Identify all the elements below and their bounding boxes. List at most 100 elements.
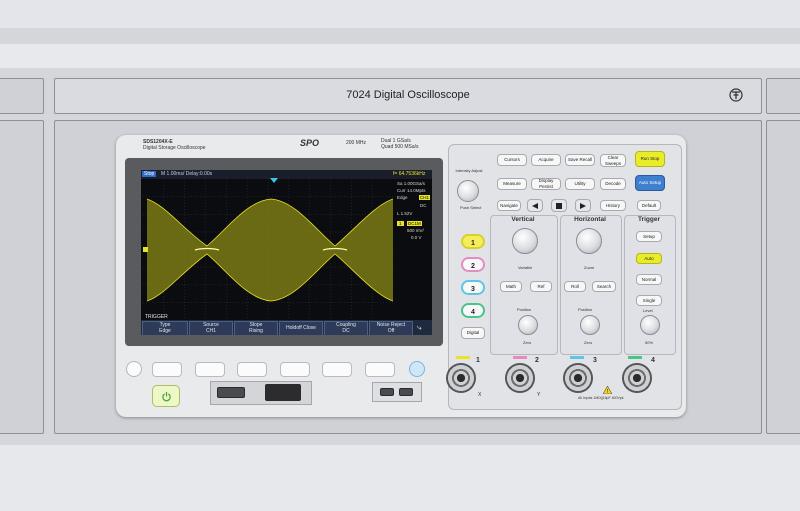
trigger-level: L 1.52V (397, 211, 413, 216)
horizontal-scale-knob[interactable] (576, 228, 602, 254)
vertical-title: Vertical (511, 216, 535, 223)
vertical-position-label: Position (517, 307, 532, 312)
softkey-2[interactable] (195, 362, 225, 377)
rack-mid-band (0, 44, 800, 68)
vertical-position-knob[interactable] (518, 315, 538, 335)
softkey-6[interactable] (365, 362, 395, 377)
ch4-button[interactable]: 4 (461, 303, 485, 318)
brand-logo-icon (729, 88, 743, 102)
usb-host-port[interactable] (217, 387, 245, 398)
menu-cell-source: Source CH1 (189, 321, 233, 335)
ch1-label-box: 1 (397, 221, 404, 226)
model-subtitle: Digital Storage Oscilloscope (143, 145, 206, 151)
vertical-scale-knob[interactable] (512, 228, 538, 254)
trigger-level-knob[interactable] (640, 315, 660, 335)
ch2-button[interactable]: 2 (461, 257, 485, 272)
scope-screen: Stop M 1.00ms/ Delay:0.00s f= 64.7536kHz… (141, 170, 432, 335)
softkey-5[interactable] (322, 362, 352, 377)
clear-sweeps-button[interactable]: Clear Sweeps (600, 154, 626, 167)
svg-text:!: ! (607, 389, 608, 394)
roll-button[interactable]: Roll (564, 281, 586, 292)
ch1-button[interactable]: 1 (461, 234, 485, 249)
navigate-stop-button[interactable] (551, 199, 567, 212)
ch1-color-strip (456, 356, 470, 359)
auto-setup-button[interactable]: Auto Setup (635, 175, 665, 191)
navigate-button[interactable]: Navigate (497, 200, 521, 211)
probe-comp-terminal-2[interactable] (399, 388, 413, 396)
ch4-bnc-input[interactable] (622, 363, 652, 393)
softkey-4[interactable] (280, 362, 310, 377)
softkey-1[interactable] (152, 362, 182, 377)
run-stop-button[interactable]: Run Stop (635, 151, 665, 167)
rack-right-panel (766, 120, 800, 434)
ch3-bnc-input[interactable] (563, 363, 593, 393)
menu-off-button[interactable] (126, 361, 142, 377)
rack-top-band (0, 0, 800, 28)
navigate-left-button[interactable] (527, 199, 543, 212)
bnc3-number: 3 (593, 357, 597, 364)
default-button[interactable]: Default (637, 200, 661, 211)
trigger-normal-button[interactable]: Normal (636, 274, 662, 285)
softkey-3[interactable] (237, 362, 267, 377)
memory-depth: Curr 14.0Mpts (397, 188, 426, 193)
menu-return-icon: ⤷ (417, 323, 422, 332)
menu-cell-type: Type Edge (142, 321, 188, 335)
measure-button[interactable]: Measure (497, 178, 527, 190)
variable-label: Variable (518, 265, 533, 270)
ref-button[interactable]: Ref (530, 281, 552, 292)
y-label: Y (537, 392, 541, 398)
trigger-single-button[interactable]: Single (636, 295, 662, 306)
waveform-grid (143, 179, 393, 320)
decode-button[interactable]: Decode (600, 178, 626, 190)
save-recall-button[interactable]: Save Recall (565, 154, 595, 166)
spec-quad: Quad 500 MSa/s (381, 144, 419, 150)
horizontal-position-label: Position (578, 307, 593, 312)
bnc1-number: 1 (476, 357, 480, 364)
input-rating-note: All Inputs 1MΩ||15pF 400Vpk (578, 396, 624, 400)
ch3-color-strip (570, 356, 584, 359)
ch1-bnc-input[interactable] (446, 363, 476, 393)
display-persist-button[interactable]: Display Persist (531, 178, 561, 190)
math-button[interactable]: Math (500, 281, 522, 292)
ch1-scale: 500 mV/ (407, 228, 424, 233)
probe-comp-terminal-1[interactable] (380, 388, 394, 396)
stop-icon (556, 202, 562, 209)
play-left-icon (532, 202, 538, 209)
timebase-readout: M 1.00ms/ Delay:0.00s (161, 171, 213, 177)
push-select-label: Push Select (460, 205, 482, 210)
trigger-setup-button[interactable]: Setup (636, 231, 662, 242)
acquire-button[interactable]: Acquire (531, 154, 561, 166)
horizontal-zero-label: Zero (584, 340, 593, 345)
digital-button[interactable]: Digital (461, 327, 485, 339)
search-button[interactable]: Search (592, 281, 616, 292)
navigate-right-button[interactable] (575, 199, 591, 212)
rack-bottom-band (0, 445, 800, 511)
menu-cell-slope-bottom: Rising (249, 328, 263, 334)
ch1-ground-marker (143, 247, 148, 252)
bnc2-number: 2 (535, 357, 539, 364)
ch3-button[interactable]: 3 (461, 280, 485, 295)
instrument-title: 7024 Digital Oscilloscope (346, 89, 470, 101)
menu-cell-holdoff: Holdoff Close (279, 321, 323, 335)
ch2-bnc-input[interactable] (505, 363, 535, 393)
cursors-button[interactable]: Cursors (497, 154, 527, 166)
hdmi-port[interactable] (265, 384, 301, 401)
power-button[interactable] (152, 385, 180, 407)
menu-cell-slope: Slope Rising (234, 321, 278, 335)
vertical-zero-label: Zero (523, 340, 532, 345)
horizontal-position-knob[interactable] (580, 315, 600, 335)
menu-cell-noise-reject: Noise Reject Off (369, 321, 413, 335)
history-button[interactable]: History (600, 200, 626, 211)
rack-left-panel (0, 120, 44, 434)
horizontal-title: Horizontal (574, 216, 606, 223)
bnc4-number: 4 (651, 357, 655, 364)
ch2-color-strip (513, 356, 527, 359)
intensity-knob[interactable] (457, 180, 479, 202)
utility-button[interactable]: Utility (565, 178, 595, 190)
ch1-offset: 0.0 V (411, 235, 422, 240)
trigger-auto-button[interactable]: Auto (636, 253, 662, 264)
rack-left-top-panel (0, 78, 44, 114)
universal-knob-button[interactable] (409, 361, 425, 377)
x-label: X (478, 392, 482, 398)
menu-cell-source-bottom: CH1 (205, 328, 216, 334)
